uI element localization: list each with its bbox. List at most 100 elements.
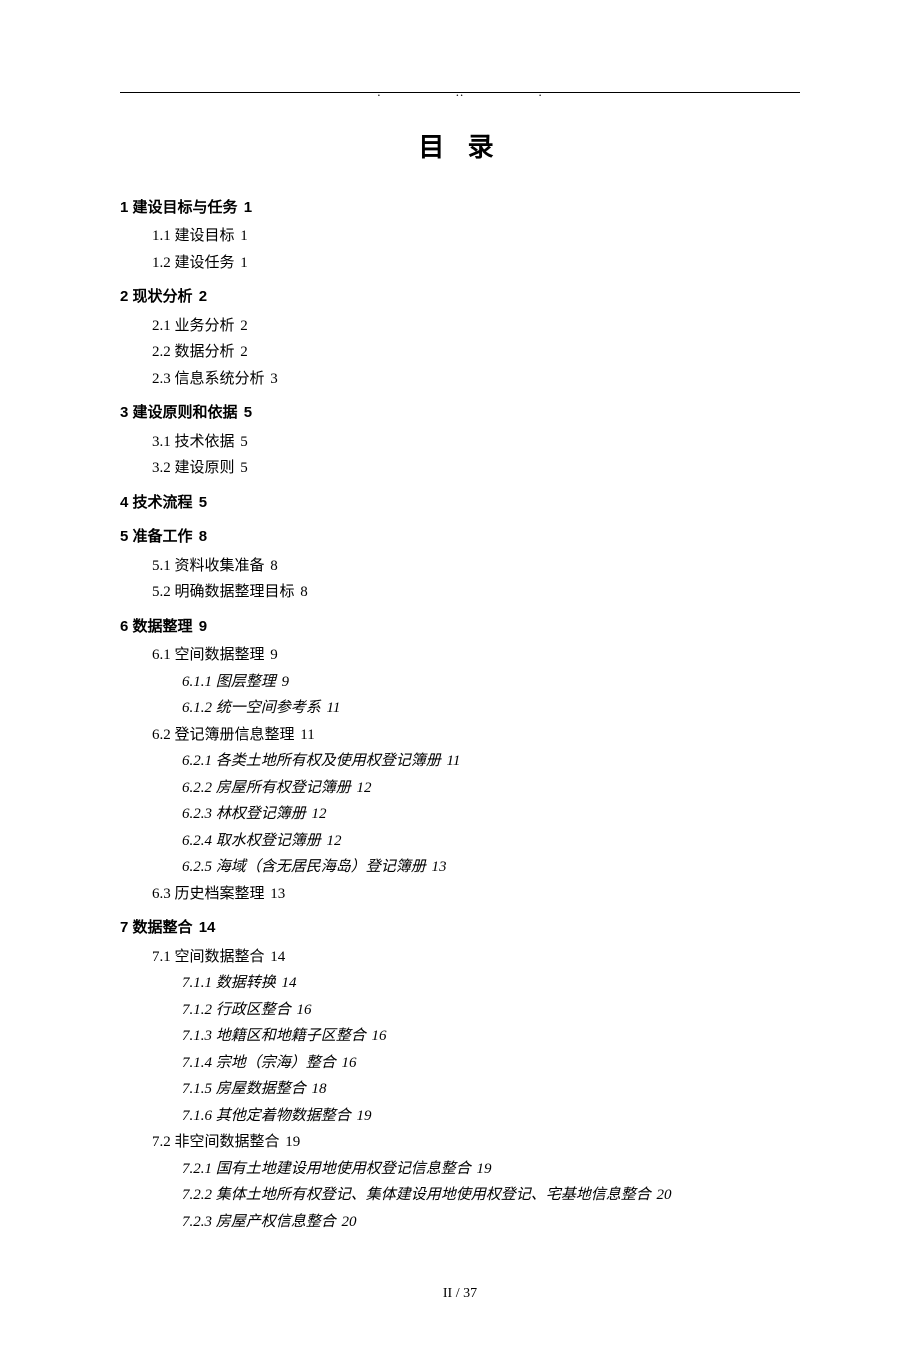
toc-entry-label: 非空间数据整合 <box>175 1134 280 1150</box>
toc-entry-label: 资料收集准备 <box>175 558 265 574</box>
toc-entry-label: 建设原则和依据 <box>133 404 238 421</box>
toc-entry: 2.2 数据分析 2 <box>152 341 800 364</box>
toc-entry-number: 1.2 <box>152 255 171 271</box>
toc-entry-page: 8 <box>199 528 207 545</box>
toc-entry-page: 19 <box>285 1134 300 1150</box>
toc-entry: 7.1.6 其他定着物数据整合 19 <box>182 1105 800 1128</box>
toc-entry-label: 空间数据整合 <box>175 949 265 965</box>
toc-entry-number: 7.2.2 <box>182 1187 212 1203</box>
toc-entry-page: 9 <box>282 674 290 690</box>
toc-entry: 3.1 技术依据 5 <box>152 431 800 454</box>
toc-entry-number: 5 <box>120 528 128 545</box>
toc-entry-number: 6.2.3 <box>182 806 212 822</box>
toc-entry-label: 建设目标 <box>175 228 235 244</box>
toc-entry-page: 1 <box>240 228 248 244</box>
toc-entry-page: 9 <box>270 647 278 663</box>
toc-entry-page: 5 <box>244 404 252 421</box>
toc-entry-page: 11 <box>447 753 461 769</box>
toc-entry: 7.1.3 地籍区和地籍子区整合 16 <box>182 1025 800 1048</box>
toc-entry-number: 6.3 <box>152 886 171 902</box>
toc-entry-label: 明确数据整理目标 <box>175 584 295 600</box>
toc-entry-label: 地籍区和地籍子区整合 <box>216 1028 366 1044</box>
toc-entry-page: 18 <box>312 1081 327 1097</box>
toc-entry-label: 房屋所有权登记簿册 <box>216 780 351 796</box>
toc-entry-number: 2.1 <box>152 318 171 334</box>
toc-entry: 6.1.2 统一空间参考系 11 <box>182 697 800 720</box>
toc-entry: 7.2.1 国有土地建设用地使用权登记信息整合 19 <box>182 1158 800 1181</box>
toc-entry-page: 5 <box>240 460 248 476</box>
toc-entry: 7.1 空间数据整合 14 <box>152 946 800 969</box>
toc-entry-number: 7.1.2 <box>182 1002 212 1018</box>
toc-entry-page: 20 <box>342 1214 357 1230</box>
toc-entry-label: 数据分析 <box>175 344 235 360</box>
toc-entry: 7 数据整合 14 <box>120 917 800 940</box>
toc-entry-number: 7.1.1 <box>182 975 212 991</box>
toc-entry: 7.1.5 房屋数据整合 18 <box>182 1078 800 1101</box>
toc-entry: 6.2.3 林权登记簿册 12 <box>182 803 800 826</box>
toc-entry-label: 建设目标与任务 <box>133 199 238 216</box>
toc-entry-page: 8 <box>270 558 278 574</box>
toc-entry-page: 14 <box>282 975 297 991</box>
toc-entry-number: 6 <box>120 618 128 635</box>
toc-entry-number: 2 <box>120 288 128 305</box>
toc-entry-number: 7.1 <box>152 949 171 965</box>
toc-entry-page: 9 <box>199 618 207 635</box>
toc-entry-label: 房屋产权信息整合 <box>216 1214 336 1230</box>
toc-entry-number: 6.2.1 <box>182 753 212 769</box>
toc-entry-label: 建设任务 <box>175 255 235 271</box>
toc-entry: 6.3 历史档案整理 13 <box>152 883 800 906</box>
toc-entry-page: 14 <box>270 949 285 965</box>
toc-entry-page: 19 <box>357 1108 372 1124</box>
toc-entry-label: 宗地（宗海）整合 <box>216 1055 336 1071</box>
toc-entry: 3.2 建设原则 5 <box>152 457 800 480</box>
toc-entry: 6.2.1 各类土地所有权及使用权登记簿册 11 <box>182 750 800 773</box>
toc-entry-page: 8 <box>300 584 308 600</box>
toc-entry-number: 7.1.3 <box>182 1028 212 1044</box>
toc-entry-label: 各类土地所有权及使用权登记簿册 <box>216 753 441 769</box>
toc-entry-page: 13 <box>270 886 285 902</box>
toc-entry: 5 准备工作 8 <box>120 526 800 549</box>
toc-entry-page: 2 <box>240 318 248 334</box>
toc-entry-number: 3.2 <box>152 460 171 476</box>
toc-entry-page: 12 <box>312 806 327 822</box>
toc-entry: 7.2.2 集体土地所有权登记、集体建设用地使用权登记、宅基地信息整合 20 <box>182 1184 800 1207</box>
toc-entry: 6.1 空间数据整理 9 <box>152 644 800 667</box>
toc-entry: 1 建设目标与任务 1 <box>120 197 800 220</box>
toc-entry-page: 1 <box>240 255 248 271</box>
toc-entry-label: 空间数据整理 <box>175 647 265 663</box>
page-footer: II / 37 <box>120 1283 800 1304</box>
toc-entry-label: 图层整理 <box>216 674 276 690</box>
toc-entry: 7.2.3 房屋产权信息整合 20 <box>182 1211 800 1234</box>
toc-entry-page: 11 <box>300 727 314 743</box>
page-title: 目 录 <box>120 128 800 167</box>
toc-entry-number: 6.1 <box>152 647 171 663</box>
table-of-contents: 1 建设目标与任务 11.1 建设目标 11.2 建设任务 12 现状分析 22… <box>120 197 800 1234</box>
toc-entry-label: 海域（含无居民海岛）登记簿册 <box>216 859 426 875</box>
toc-entry-page: 11 <box>327 700 341 716</box>
toc-entry-label: 信息系统分析 <box>175 371 265 387</box>
toc-entry: 1.1 建设目标 1 <box>152 225 800 248</box>
toc-entry: 3 建设原则和依据 5 <box>120 402 800 425</box>
toc-entry-label: 数据转换 <box>216 975 276 991</box>
toc-entry: 7.1.2 行政区整合 16 <box>182 999 800 1022</box>
toc-entry-page: 12 <box>357 780 372 796</box>
toc-entry-number: 5.1 <box>152 558 171 574</box>
toc-entry-page: 20 <box>657 1187 672 1203</box>
toc-entry-page: 2 <box>240 344 248 360</box>
toc-entry: 6.1.1 图层整理 9 <box>182 671 800 694</box>
toc-entry: 7.1.4 宗地（宗海）整合 16 <box>182 1052 800 1075</box>
toc-entry: 5.2 明确数据整理目标 8 <box>152 581 800 604</box>
toc-entry-label: 技术流程 <box>133 494 193 511</box>
toc-entry-page: 2 <box>199 288 207 305</box>
toc-entry-number: 3.1 <box>152 434 171 450</box>
toc-entry-label: 集体土地所有权登记、集体建设用地使用权登记、宅基地信息整合 <box>216 1187 651 1203</box>
toc-entry-label: 技术依据 <box>175 434 235 450</box>
toc-entry-number: 6.1.2 <box>182 700 212 716</box>
toc-entry-number: 5.2 <box>152 584 171 600</box>
toc-entry-number: 2.3 <box>152 371 171 387</box>
toc-entry-label: 行政区整合 <box>216 1002 291 1018</box>
toc-entry-label: 登记簿册信息整理 <box>175 727 295 743</box>
toc-entry-number: 6.2.2 <box>182 780 212 796</box>
header-dot-mid: .. <box>456 82 465 102</box>
toc-entry-page: 5 <box>240 434 248 450</box>
